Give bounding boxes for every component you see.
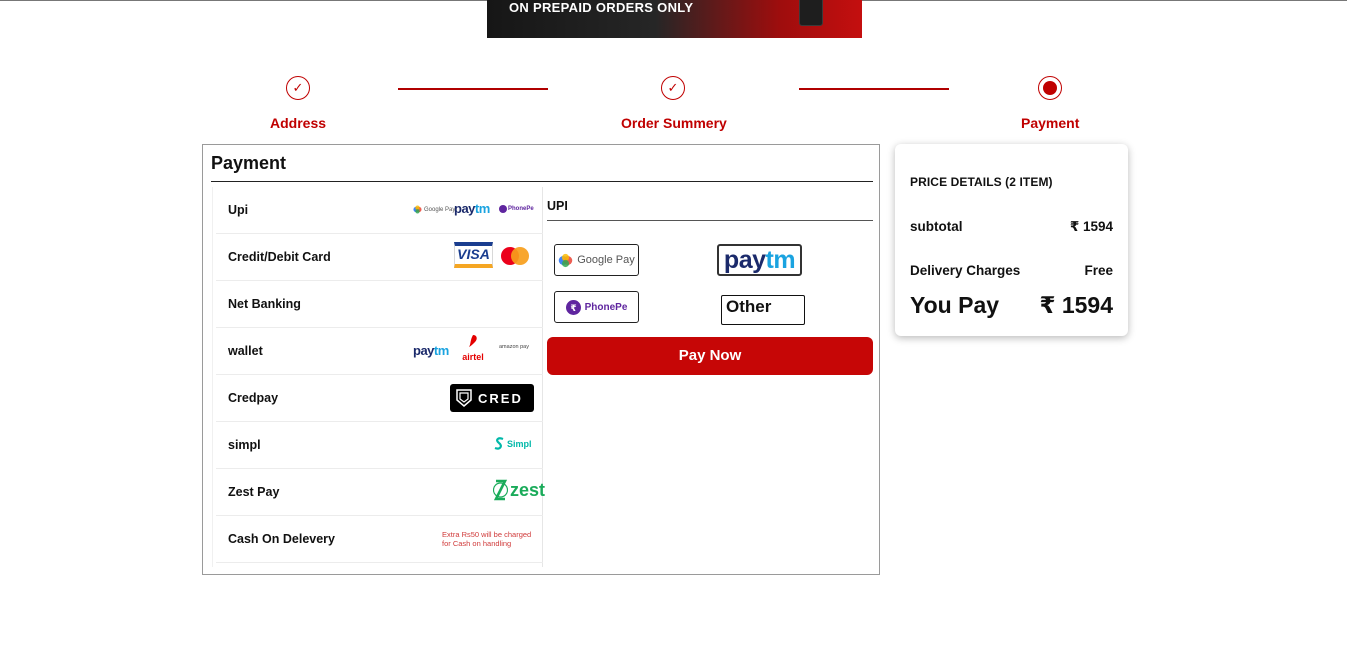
payment-method-upi[interactable]: Upi Google Pay paytm PhonePe: [216, 187, 543, 234]
phonepe-icon: ₹: [565, 299, 581, 315]
cred-logo: CRED: [450, 384, 534, 412]
stepper-connector: [799, 88, 949, 90]
paytm-button[interactable]: pay tm: [717, 244, 802, 276]
cred-icon: [456, 389, 472, 407]
airtel-icon: [469, 335, 477, 347]
svg-text:₹: ₹: [570, 303, 576, 313]
radio-active-icon: [1038, 76, 1062, 100]
google-pay-button[interactable]: Google Pay: [554, 244, 639, 276]
stepper-connector: [398, 88, 548, 90]
phonepe-button[interactable]: ₹ PhonePe: [554, 291, 639, 323]
divider: [211, 181, 873, 182]
step-label-address[interactable]: Address: [270, 115, 326, 131]
method-label: wallet: [228, 344, 263, 358]
payment-panel: Payment Upi Google Pay paytm PhonePe Cre…: [202, 144, 880, 575]
visa-logo: VISA: [454, 242, 493, 268]
cod-extra-charge-note: Extra Rs50 will be charged for Cash on h…: [442, 530, 532, 548]
zest-logo: zest: [493, 478, 545, 502]
google-pay-icon: [559, 253, 573, 267]
step-label-order-summary[interactable]: Order Summery: [621, 115, 727, 131]
total-value: ₹ 1594: [1039, 292, 1113, 318]
payment-method-credpay[interactable]: Credpay CRED: [216, 375, 543, 422]
total-label: You Pay: [910, 292, 1000, 318]
delivery-charges-label: Delivery Charges: [910, 263, 1021, 278]
payment-title: Payment: [211, 153, 287, 173]
google-pay-logo: Google Pay: [413, 205, 455, 214]
amazon-pay-logo: amazon pay: [499, 344, 529, 350]
payment-method-zestpay[interactable]: Zest Pay zest: [216, 469, 545, 516]
mastercard-icon: [501, 247, 529, 265]
check-icon: ✓: [286, 76, 310, 100]
payment-method-cod[interactable]: Cash On Delevery Extra Rs50 will be char…: [216, 516, 543, 563]
step-label-payment: Payment: [1021, 115, 1080, 131]
upi-section-title: UPI: [547, 199, 568, 213]
phonepe-icon: [499, 205, 507, 213]
subtotal-label: subtotal: [910, 219, 963, 234]
method-label: Zest Pay: [228, 485, 280, 499]
promo-banner[interactable]: ON PREPAID ORDERS ONLY: [487, 0, 862, 38]
paytm-logo: paytm: [413, 343, 449, 358]
method-label: Cash On Delevery: [228, 532, 335, 546]
payment-method-netbanking[interactable]: Net Banking: [216, 281, 543, 328]
payment-method-wallet[interactable]: wallet paytm airtel amazon pay: [216, 328, 543, 375]
method-label: Net Banking: [228, 297, 301, 311]
airtel-logo: airtel: [460, 334, 486, 362]
price-details-card: PRICE DETAILS (2 ITEM) subtotal ₹ 1594 D…: [895, 144, 1128, 336]
payment-method-list: Upi Google Pay paytm PhonePe Credit/Debi…: [212, 187, 545, 567]
google-pay-icon: [413, 205, 422, 214]
subtotal-value: ₹ 1594: [1069, 219, 1113, 234]
banner-text: ON PREPAID ORDERS ONLY: [509, 0, 694, 15]
method-label: Credit/Debit Card: [228, 250, 331, 264]
method-label: Credpay: [228, 391, 279, 405]
method-label: Upi: [228, 203, 249, 217]
zest-icon: [493, 479, 508, 501]
check-icon: ✓: [661, 76, 685, 100]
paytm-logo: paytm: [454, 201, 490, 216]
delivery-charges-value: Free: [1084, 263, 1113, 278]
simpl-icon: [494, 437, 504, 450]
phonepe-logo: PhonePe: [499, 205, 534, 213]
simpl-logo: Simpl: [494, 437, 532, 450]
divider: [547, 220, 873, 221]
banner-product-image: [799, 0, 823, 26]
payment-method-simpl[interactable]: simpl Simpl: [216, 422, 543, 469]
payment-method-card[interactable]: Credit/Debit Card VISA: [216, 234, 543, 281]
method-label: simpl: [228, 438, 261, 452]
other-upi-button[interactable]: Other: [721, 295, 805, 325]
price-details-title: PRICE DETAILS (2 ITEM): [910, 175, 1053, 189]
pay-now-button[interactable]: Pay Now: [547, 337, 873, 375]
